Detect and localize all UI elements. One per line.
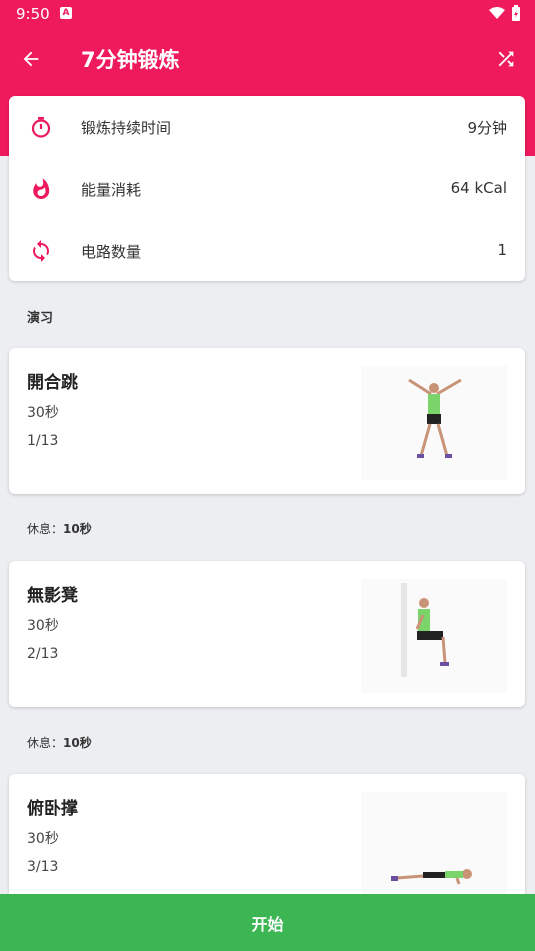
stat-value: 1: [497, 241, 507, 259]
exercise-illustration: [361, 579, 507, 693]
stat-label: 电路数量: [81, 243, 142, 261]
rest-label: 休息：: [27, 736, 64, 750]
arrow-left-icon: [23, 51, 39, 67]
status-bar: 9:50 A: [0, 0, 535, 28]
rest-interval: 休息：10秒: [27, 734, 92, 751]
shuffle-icon: [498, 51, 514, 67]
exercise-duration: 30秒: [27, 831, 59, 847]
battery-icon: [512, 5, 520, 21]
rest-label: 休息：: [27, 522, 64, 536]
start-button[interactable]: 开始: [0, 894, 535, 951]
status-icons: [489, 5, 521, 21]
exercise-name: 開合跳: [27, 373, 78, 393]
exercise-index: 3/13: [27, 859, 59, 875]
app-bar: 7分钟锻炼: [0, 28, 535, 88]
rest-value: 10秒: [63, 522, 92, 536]
exercise-card[interactable]: 無影凳 30秒 2/13: [9, 561, 525, 707]
stat-label: 锻炼持续时间: [81, 119, 172, 137]
wifi-icon: [489, 7, 505, 19]
cycle-icon: [27, 237, 55, 265]
stat-value: 9分钟: [467, 119, 507, 137]
exercise-name: 俯卧撑: [27, 799, 78, 819]
exercise-card[interactable]: 開合跳 30秒 1/13: [9, 348, 525, 494]
rest-value: 10秒: [63, 736, 92, 750]
back-button[interactable]: [16, 44, 46, 74]
stat-value: 64 kCal: [450, 179, 507, 197]
shuffle-button[interactable]: [491, 44, 521, 74]
stat-row-circuits: 电路数量 1: [9, 220, 525, 282]
stopwatch-icon: [27, 113, 55, 141]
exercise-illustration: [361, 792, 507, 906]
notification-icon: A: [60, 7, 72, 19]
flame-icon: [27, 175, 55, 203]
exercise-index: 2/13: [27, 646, 59, 662]
stats-card: 锻炼持续时间 9分钟 能量消耗 64 kCal 电路数量 1: [9, 96, 525, 281]
stat-row-energy: 能量消耗 64 kCal: [9, 158, 525, 220]
section-title: 演习: [27, 311, 54, 326]
rest-interval: 休息：10秒: [27, 520, 92, 537]
exercise-duration: 30秒: [27, 405, 59, 421]
exercise-duration: 30秒: [27, 618, 59, 634]
page-title: 7分钟锻炼: [81, 48, 180, 72]
exercise-index: 1/13: [27, 433, 59, 449]
stat-row-duration: 锻炼持续时间 9分钟: [9, 96, 525, 158]
exercise-name: 無影凳: [27, 586, 78, 606]
stat-label: 能量消耗: [81, 181, 142, 199]
exercise-illustration: [361, 366, 507, 480]
status-time: 9:50: [16, 5, 50, 23]
